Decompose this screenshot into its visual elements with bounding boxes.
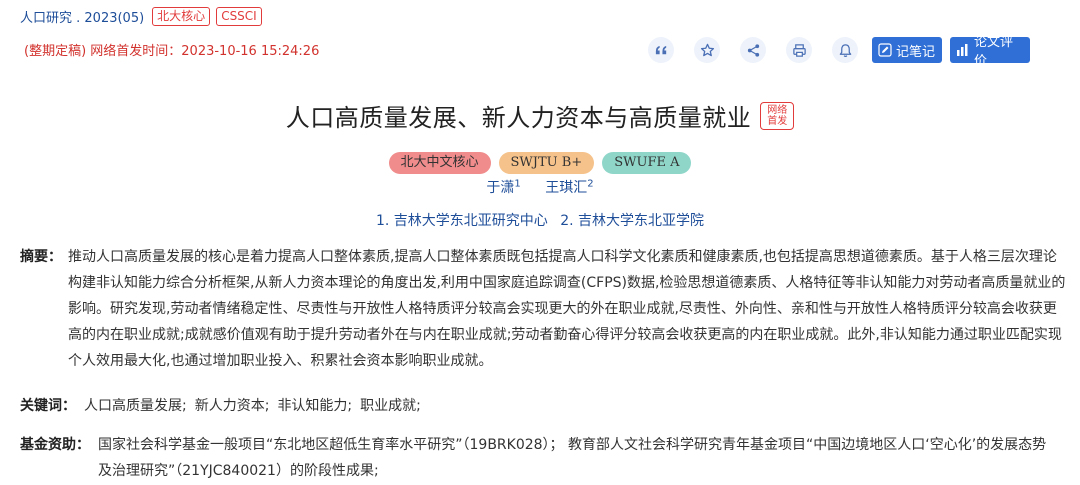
- keywords-label: 关键词：: [20, 398, 76, 414]
- affiliation-link[interactable]: 2. 吉林大学东北亚学院: [560, 213, 704, 229]
- star-icon[interactable]: [694, 37, 720, 63]
- affiliation-link[interactable]: 1. 吉林大学东北亚研究中心: [376, 213, 548, 229]
- tag-cssci: CSSCI: [216, 6, 262, 26]
- author-link[interactable]: 于潇1: [486, 178, 521, 196]
- paper-evaluation-label: 论文评价: [974, 35, 1014, 69]
- bar-chart-icon: [956, 43, 970, 57]
- keyword-link[interactable]: 新人力资本;: [195, 396, 270, 416]
- tag-pku-core: 北大核心: [152, 6, 211, 26]
- pencil-icon: [878, 43, 892, 57]
- keyword-link[interactable]: 人口高质量发展;: [84, 396, 187, 416]
- keyword-link[interactable]: 非认知能力;: [277, 396, 352, 416]
- badge-swufe: SWUFE A: [602, 152, 692, 174]
- take-notes-button[interactable]: 记笔记: [872, 37, 942, 63]
- paper-evaluation-button[interactable]: 论文评价: [950, 35, 1030, 69]
- author-link[interactable]: 王琪汇2: [545, 178, 594, 196]
- abstract-label: 摘要：: [20, 249, 62, 265]
- funding-label: 基金资助：: [20, 437, 90, 453]
- online-first-line1: 网络: [767, 104, 788, 116]
- print-icon[interactable]: [786, 37, 812, 63]
- keyword-link[interactable]: 职业成就;: [360, 396, 421, 416]
- author-affil-index: 1: [514, 178, 521, 190]
- author-list: 于潇1 王琪汇2: [0, 177, 1080, 197]
- rank-badges: 北大中文核心 SWJTU B+ SWUFE A: [0, 152, 1080, 174]
- article-toolbar: 记笔记 论文评价: [648, 35, 1030, 69]
- publish-time: (整期定稿) 网络首发时间：2023-10-16 15:24:26: [24, 44, 320, 59]
- bell-icon[interactable]: [832, 37, 858, 63]
- title-row: 人口高质量发展、新人力资本与高质量就业 网络 首发: [0, 98, 1080, 133]
- take-notes-label: 记笔记: [896, 44, 936, 60]
- funding-text[interactable]: 国家社会科学基金一般项目“东北地区超低生育率水平研究”（19BRK028）； 教…: [98, 432, 1058, 484]
- online-first-line2: 首发: [767, 115, 788, 127]
- author-name: 王琪汇: [545, 180, 588, 196]
- abstract-text: 推动人口高质量发展的核心是着力提高人口整体素质,提高人口整体素质既包括提高人口科…: [68, 249, 1066, 369]
- keywords-section: 关键词： 人口高质量发展; 新人力资本; 非认知能力; 职业成就;: [20, 396, 429, 416]
- abstract-section: 摘要： 推动人口高质量发展的核心是着力提高人口整体素质,提高人口整体素质既包括提…: [20, 244, 1068, 374]
- badge-pku: 北大中文核心: [388, 152, 491, 174]
- article-title: 人口高质量发展、新人力资本与高质量就业: [285, 104, 752, 132]
- online-first-badge: 网络 首发: [760, 101, 795, 130]
- share-icon[interactable]: [740, 37, 766, 63]
- quote-icon[interactable]: [648, 37, 674, 63]
- author-affil-index: 2: [587, 178, 594, 190]
- funding-section: 基金资助： 国家社会科学基金一般项目“东北地区超低生育率水平研究”（19BRK0…: [20, 432, 1058, 484]
- journal-link[interactable]: 人口研究 . 2023(05): [20, 7, 144, 26]
- affiliation-list: 1. 吉林大学东北亚研究中心 2. 吉林大学东北亚学院: [0, 210, 1080, 230]
- badge-swjtu: SWJTU B+: [498, 152, 595, 174]
- journal-info: 人口研究 . 2023(05) 北大核心 CSSCI: [20, 6, 268, 26]
- author-name: 于潇: [486, 180, 515, 196]
